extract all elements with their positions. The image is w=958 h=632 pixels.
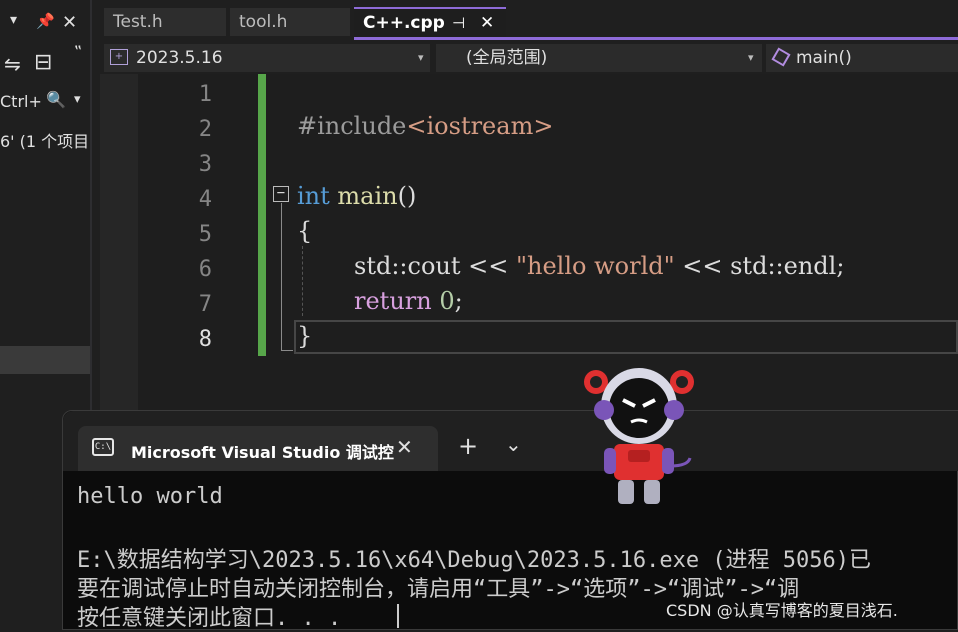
navigation-bar: + 2023.5.16 ▾ (全局范围) ▾ main() [100,40,958,74]
console-tab[interactable]: Microsoft Visual Studio 调试控 ✕ [78,426,438,471]
member-dropdown[interactable]: main() [766,44,958,72]
code-line-7: return 0; [354,287,463,315]
document-tab-strip: Test.h tool.h C++.cpp ⊣ ✕ [100,0,958,38]
collapse-icon[interactable]: − [273,186,289,202]
change-tracking-bar [258,74,266,356]
selected-tree-item[interactable] [0,346,90,374]
chevron-down-icon: ▾ [748,51,754,64]
tab-cpp-active[interactable]: C++.cpp ⊣ ✕ [354,7,506,38]
watermark-text: CSDN @认真写博客的夏目浅石. [666,601,898,620]
current-line-highlight [294,320,958,354]
tab-label: Test.h [113,12,163,32]
tab-tool-h[interactable]: tool.h [230,8,350,36]
scope-label: (全局范围) [466,48,548,68]
line-number: 4 [198,187,212,212]
indent-guide [302,246,303,316]
line-number: 8 [198,327,212,352]
search-options-icon[interactable]: ▾ [74,92,81,107]
search-input[interactable]: Ctrl+ [0,92,42,111]
new-tab-icon[interactable]: + [458,432,478,460]
chevron-down-icon: ▾ [418,51,424,64]
pin-tab-icon[interactable]: ⊣ [452,9,465,37]
text-cursor [397,604,399,628]
code-line-6: std::cout << "hello world" << std::endl; [354,252,845,280]
outline-end [281,350,293,351]
console-line: 按任意键关闭此窗口. . . [77,606,342,631]
code-line-8: } [297,322,313,350]
close-icon[interactable]: ✕ [62,12,77,33]
project-dropdown[interactable]: + 2023.5.16 ▾ [104,44,430,72]
scope-dropdown[interactable]: (全局范围) ▾ [436,44,762,72]
search-icon[interactable]: 🔍 [46,90,66,109]
tab-label: tool.h [239,12,288,32]
project-icon: + [110,49,128,65]
panel-dropdown-icon[interactable]: ▾ [10,12,17,28]
overflow-icon[interactable]: ‟ [74,42,82,61]
line-number: 3 [198,152,212,177]
line-number: 1 [198,82,212,107]
console-line: E:\数据结构学习\2023.5.16\x64\Debug\2023.5.16.… [77,548,872,573]
tab-label: C++.cpp [363,13,445,33]
close-tab-icon[interactable]: ✕ [480,9,494,37]
collapse-all-icon[interactable]: ⊟ [34,50,52,75]
chevron-down-icon[interactable]: ⌄ [505,432,522,456]
line-number: 5 [198,222,212,247]
pin-icon[interactable]: 📌 [36,12,55,30]
sync-icon[interactable]: ⇋ [4,52,21,76]
console-icon: C:\ [92,438,114,456]
close-icon[interactable]: ✕ [396,435,413,459]
member-label: main() [796,48,852,68]
project-label: 2023.5.16 [136,48,223,68]
tab-test-h[interactable]: Test.h [104,8,226,36]
code-line-2: #include<iostream> [297,112,554,140]
code-line-5: { [297,217,313,245]
line-number: 6 [198,257,212,282]
line-number: 2 [198,117,212,142]
search-results-label: 6' (1 个项目 [0,132,90,151]
robot-mascot-icon [584,368,694,504]
console-tab-title: Microsoft Visual Studio 调试控 [131,443,394,462]
console-line: hello world [77,484,223,509]
method-cube-icon [771,47,791,67]
line-number: 7 [198,292,212,317]
code-line-4: int main() [297,182,417,210]
outline-line [281,203,282,351]
